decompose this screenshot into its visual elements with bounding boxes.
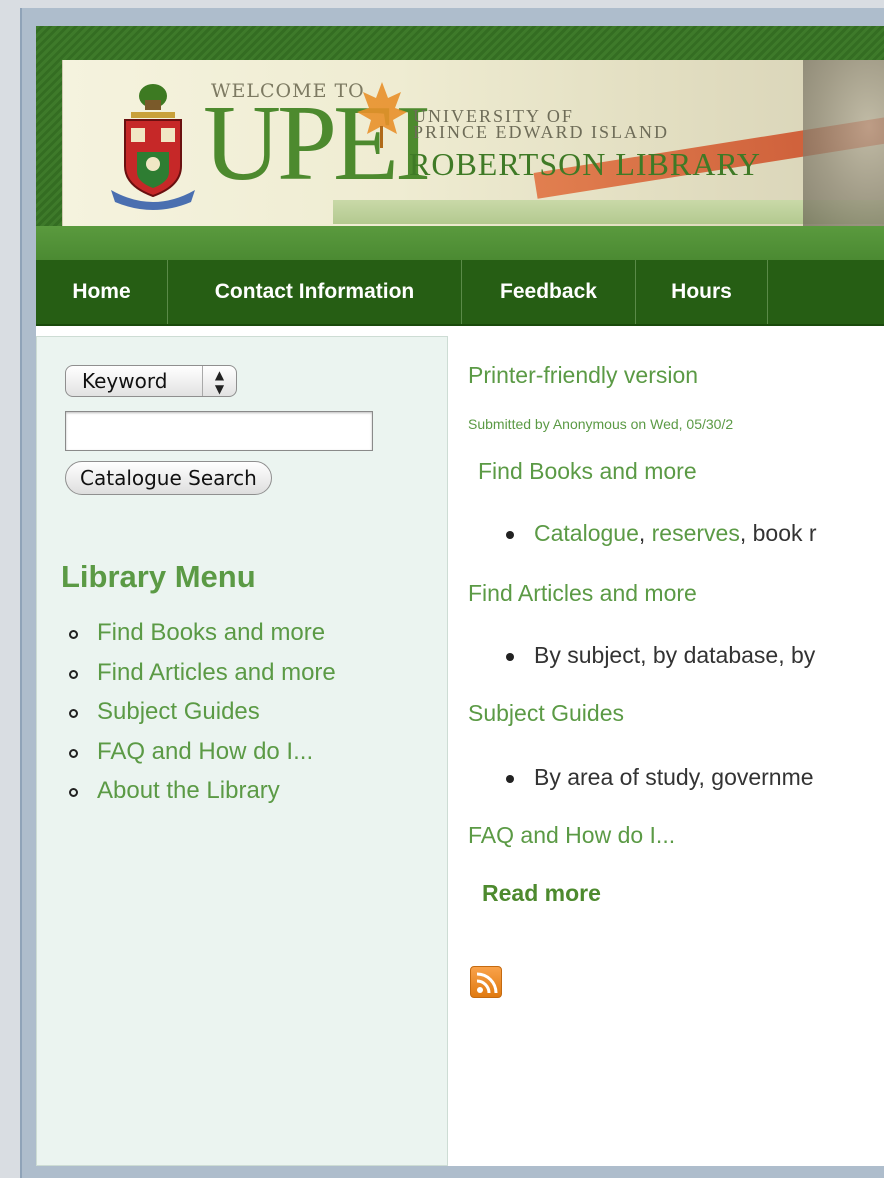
nav-hours[interactable]: Hours bbox=[636, 260, 768, 324]
rss-glyph-icon bbox=[476, 972, 498, 994]
menu-item-label: About the Library bbox=[97, 777, 280, 804]
menu-item-find-articles[interactable]: Find Articles and more bbox=[67, 659, 336, 699]
catalogue-search-input[interactable] bbox=[65, 411, 373, 451]
section-find-books[interactable]: Find Books and more bbox=[478, 458, 697, 485]
submitted-by-text: Submitted by Anonymous on Wed, 05/30/2 bbox=[468, 416, 734, 432]
separator-text: , bbox=[638, 520, 652, 546]
primary-nav: Home Contact Information Feedback Hours bbox=[36, 260, 884, 326]
printer-friendly-link[interactable]: Printer-friendly version bbox=[468, 362, 698, 389]
section-faq[interactable]: FAQ and How do I... bbox=[468, 822, 675, 849]
banner-photo bbox=[803, 60, 884, 226]
bullet-icon bbox=[69, 669, 78, 679]
nav-home[interactable]: Home bbox=[36, 260, 168, 324]
bullet-icon bbox=[69, 709, 78, 718]
library-menu-list: Find Books and more Find Articles and mo… bbox=[67, 619, 336, 817]
nav-contact-information[interactable]: Contact Information bbox=[168, 260, 462, 324]
bullet-icon bbox=[506, 652, 514, 661]
menu-item-faq[interactable]: FAQ and How do I... bbox=[67, 738, 336, 778]
bullet-icon bbox=[69, 788, 78, 797]
reserves-link[interactable]: reserves bbox=[652, 520, 740, 546]
guides-bullet-item: By area of study, governme bbox=[506, 764, 814, 791]
prince-edward-island-text: PRINCE EDWARD ISLAND bbox=[413, 122, 669, 142]
menu-item-label: Find Books and more bbox=[97, 619, 326, 646]
books-bullet-item: Catalogue, reserves, book r bbox=[506, 520, 817, 547]
banner-band bbox=[333, 200, 884, 224]
rss-feed-icon[interactable] bbox=[470, 966, 502, 998]
select-arrows-icon: ▲ ▼ bbox=[202, 366, 236, 396]
site-header: WELCOME TO UPEI UNIVERSITY OF PRINCE EDW… bbox=[36, 26, 884, 260]
search-type-select[interactable]: Keyword ▲ ▼ bbox=[65, 365, 237, 397]
page: WELCOME TO UPEI UNIVERSITY OF PRINCE EDW… bbox=[36, 26, 884, 1166]
menu-item-label: Find Articles and more bbox=[97, 658, 336, 686]
books-bullet-rest: , book r bbox=[739, 520, 817, 546]
catalogue-link[interactable]: Catalogue bbox=[534, 520, 639, 546]
read-more-link[interactable]: Read more bbox=[482, 880, 601, 907]
bullet-icon bbox=[69, 748, 78, 758]
nav-feedback[interactable]: Feedback bbox=[462, 260, 636, 324]
menu-item-about[interactable]: About the Library bbox=[67, 777, 336, 817]
upei-crest-icon bbox=[111, 84, 195, 210]
bullet-icon bbox=[69, 630, 78, 639]
robertson-library-text: ROBERTSON LIBRARY bbox=[409, 146, 762, 182]
bullet-icon bbox=[506, 774, 514, 783]
section-subject-guides[interactable]: Subject Guides bbox=[468, 700, 624, 727]
menu-item-find-books[interactable]: Find Books and more bbox=[67, 619, 336, 659]
menu-item-label: Subject Guides bbox=[97, 698, 260, 725]
library-menu-title: Library Menu bbox=[61, 559, 256, 594]
main-content: Printer-friendly version Submitted by An… bbox=[468, 326, 884, 1166]
header-banner[interactable]: WELCOME TO UPEI UNIVERSITY OF PRINCE EDW… bbox=[62, 60, 884, 226]
bullet-icon bbox=[506, 530, 514, 539]
section-find-articles[interactable]: Find Articles and more bbox=[468, 580, 697, 607]
menu-item-label: FAQ and How do I... bbox=[97, 737, 314, 765]
search-type-value: Keyword bbox=[82, 369, 168, 393]
articles-bullet-item: By subject, by database, by bbox=[506, 642, 815, 669]
header-bottom-band bbox=[36, 226, 884, 260]
maple-leaf-icon bbox=[357, 82, 407, 148]
menu-item-subject-guides[interactable]: Subject Guides bbox=[67, 698, 336, 738]
catalogue-search-button[interactable]: Catalogue Search bbox=[65, 461, 272, 495]
guides-bullet-text: By area of study, governme bbox=[534, 764, 814, 790]
sidebar: Keyword ▲ ▼ Catalogue Search Library Menu… bbox=[36, 336, 448, 1166]
articles-bullet-text: By subject, by database, by bbox=[534, 642, 816, 668]
